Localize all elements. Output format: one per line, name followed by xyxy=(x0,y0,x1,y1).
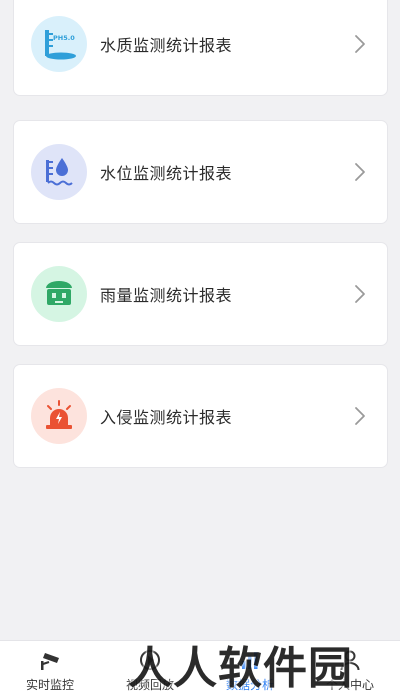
cctv-camera-icon xyxy=(41,653,59,670)
water-level-icon xyxy=(31,144,87,200)
tab-label: 数据分析 xyxy=(225,678,274,692)
tab-realtime-monitor[interactable]: 实时监控 xyxy=(0,641,100,700)
report-card-rainfall[interactable]: 雨量监测统计报表 xyxy=(13,242,388,346)
svg-text:PH5.0: PH5.0 xyxy=(53,34,75,42)
intrusion-alarm-icon xyxy=(31,388,87,444)
chevron-right-icon xyxy=(355,407,365,425)
video-playback-icon xyxy=(140,650,160,670)
chevron-right-icon xyxy=(355,163,365,181)
tab-label: 视频回放 xyxy=(125,678,174,692)
tab-data-analysis[interactable]: 数据分析 xyxy=(200,641,300,700)
tab-video-playback[interactable]: 视频回放 xyxy=(100,641,200,700)
chevron-right-icon xyxy=(355,285,365,303)
profile-icon xyxy=(340,650,360,671)
report-card-intrusion[interactable]: 入侵监测统计报表 xyxy=(13,364,388,468)
report-card-label: 水质监测统计报表 xyxy=(100,36,233,55)
report-card-label: 入侵监测统计报表 xyxy=(100,408,233,427)
water-quality-icon: PH5.0 xyxy=(31,16,87,72)
tab-profile[interactable]: 个人中心 xyxy=(300,641,400,700)
tab-label: 个人中心 xyxy=(325,678,374,692)
report-card-label: 雨量监测统计报表 xyxy=(100,286,233,305)
report-card-water-level[interactable]: 水位监测统计报表 xyxy=(13,120,388,224)
bottom-tab-bar: 实时监控 视频回放 数据分析 个人中心 xyxy=(0,640,400,700)
chevron-right-icon xyxy=(355,35,365,53)
tab-label: 实时监控 xyxy=(25,678,74,692)
report-card-label: 水位监测统计报表 xyxy=(100,164,233,183)
app-screen: PH5.0 水质监测统计报表 水位监测统计报表 雨量监测统计报表 入侵监测统计报… xyxy=(0,0,400,700)
data-analysis-icon xyxy=(242,652,258,669)
report-card-water-quality[interactable]: PH5.0 水质监测统计报表 xyxy=(13,0,388,96)
rainfall-icon xyxy=(31,266,87,322)
